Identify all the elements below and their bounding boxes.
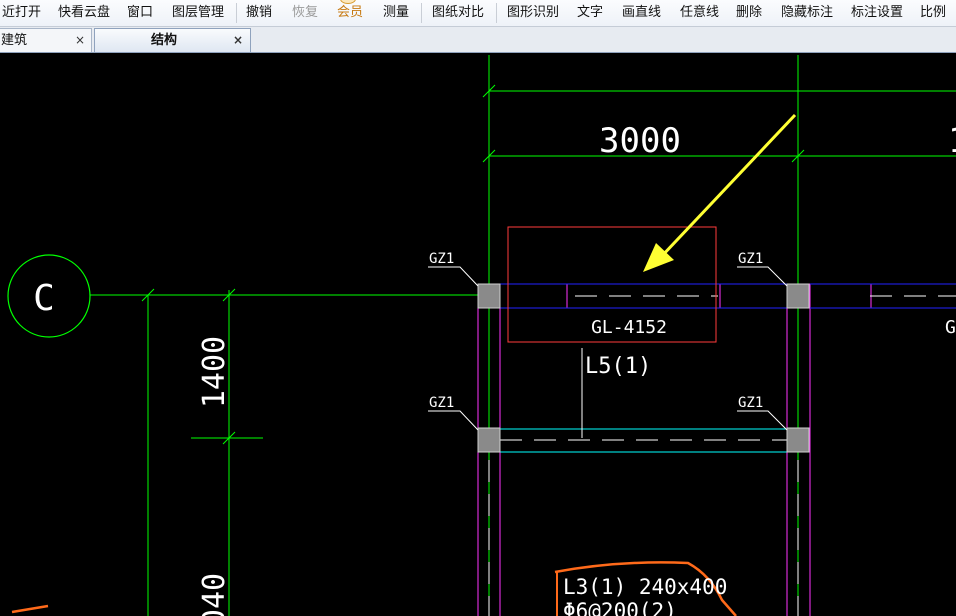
drawing-canvas[interactable]: C 3000 1 1400 040 (0, 53, 956, 616)
beam-l3-rebar: Φ6@200(2) (563, 599, 677, 616)
tab-structure-close-icon[interactable]: × (233, 32, 243, 48)
toolbar-text-button[interactable]: 文字 (577, 5, 603, 21)
toolbar-layer-manage-button[interactable]: 图层管理 (172, 5, 224, 21)
toolbar-separator (496, 3, 497, 23)
toolbar-compare-button[interactable]: 图纸对比 (432, 5, 484, 21)
main-toolbar: 近打开 快看云盘 窗口 图层管理 撤销 恢复 会员 测量 图纸对比 图形识别 文… (0, 0, 956, 27)
toolbar-delete-button[interactable]: 删除 (736, 5, 762, 21)
beam-label-gl: GL-4152 (591, 317, 667, 338)
toolbar-line-button[interactable]: 画直线 (622, 5, 661, 21)
column-label: GZ1 (429, 395, 454, 411)
toolbar-window-button[interactable]: 窗口 (127, 5, 153, 21)
beam-label-l5: L5(1) (585, 354, 651, 379)
dimension-partial-text: 1 (948, 121, 956, 161)
beam-label-l3: L3(1) 240x400 (563, 575, 727, 599)
column-label: GZ1 (738, 395, 763, 411)
toolbar-separator (421, 3, 422, 23)
beam-label-gl-partial: G (945, 317, 956, 338)
tab-structure-label: 结构 (151, 33, 178, 48)
axis-bubble-label: C (33, 278, 55, 319)
tab-architecture-label: 建筑 (1, 33, 28, 48)
toolbar-undo-button[interactable]: 撤销 (246, 5, 272, 21)
column-label: GZ1 (738, 251, 763, 267)
toolbar-mark-settings-button[interactable]: 标注设置 (851, 5, 903, 21)
dimension-1400: 1400 (197, 336, 232, 408)
toolbar-measure-button[interactable]: 测量 (383, 5, 409, 21)
vip-crown-icon (340, 0, 356, 4)
toolbar-redo-button[interactable]: 恢复 (292, 5, 318, 21)
toolbar-member-button[interactable]: 会员 (337, 5, 363, 21)
toolbar-polyline-button[interactable]: 任意线 (680, 5, 719, 21)
column-label: GZ1 (429, 251, 454, 267)
toolbar-scale-button[interactable]: 比例 (920, 5, 946, 21)
dashed-centerlines (488, 295, 956, 616)
document-tab-bar: 建筑 × 结构 × (0, 27, 956, 53)
toolbar-hide-marks-button[interactable]: 隐藏标注 (781, 5, 833, 21)
toolbar-recent-open-button[interactable]: 近打开 (2, 5, 41, 21)
toolbar-cloud-drive-button[interactable]: 快看云盘 (58, 5, 110, 21)
tab-structure[interactable]: 结构 × (94, 28, 251, 52)
tab-architecture-close-icon[interactable]: × (75, 32, 85, 48)
axis-lines (90, 55, 956, 616)
dimension-040: 040 (197, 573, 232, 616)
tab-architecture[interactable]: 建筑 × (0, 28, 92, 52)
annotation-curve-left (11, 604, 49, 614)
beam-outlines (477, 283, 872, 616)
dimension-3000: 3000 (599, 121, 681, 161)
toolbar-separator (236, 3, 237, 23)
toolbar-recognize-button[interactable]: 图形识别 (507, 5, 559, 21)
